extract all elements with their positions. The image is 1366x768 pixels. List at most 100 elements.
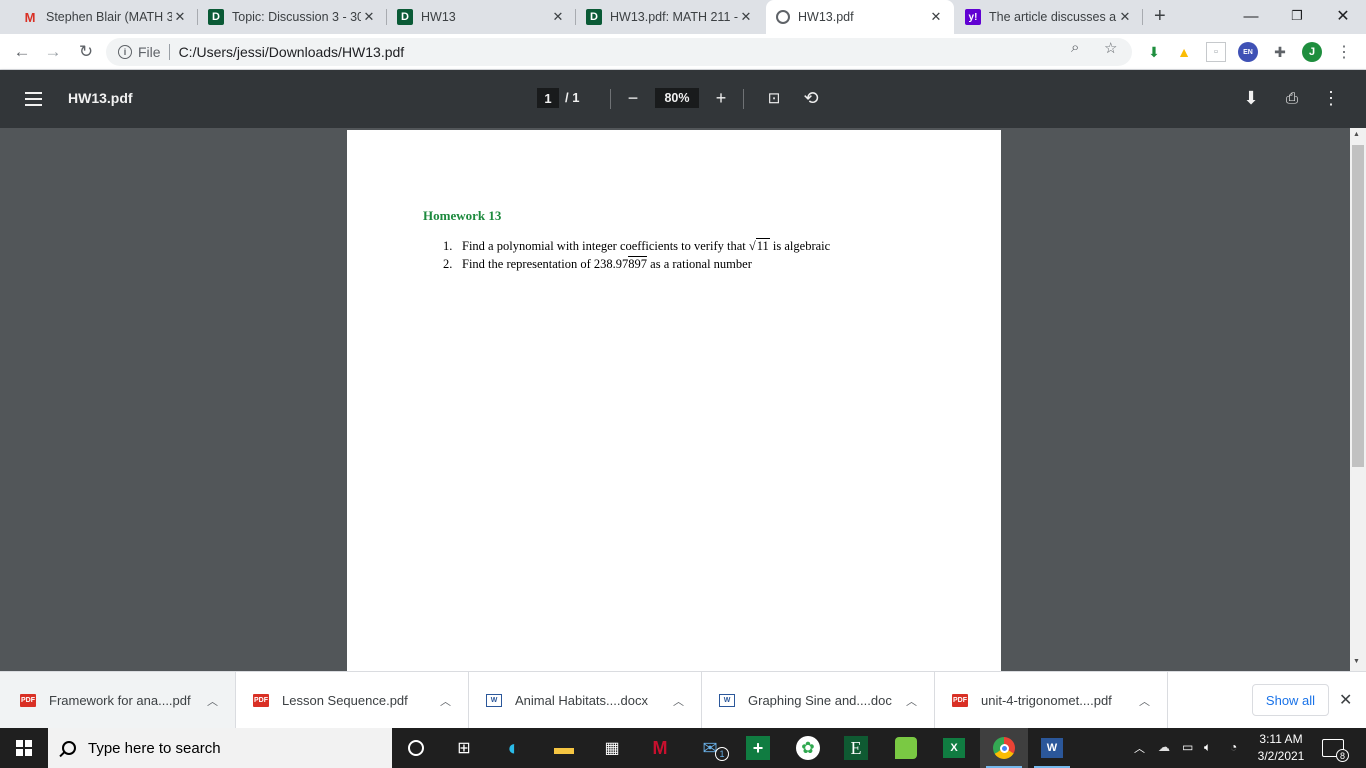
volume-icon[interactable]: 🔈︎ — [1204, 740, 1211, 755]
cortana-icon[interactable] — [392, 728, 440, 768]
battery-icon[interactable]: ▭ — [1182, 740, 1193, 754]
yahoo-icon: y! — [965, 9, 981, 25]
notes-app-icon[interactable] — [882, 728, 930, 768]
close-shelf-icon[interactable]: ✕ — [1339, 690, 1352, 710]
tab-hw13[interactable]: D HW13 ✕ — [387, 0, 576, 34]
reload-icon[interactable]: ↻ — [74, 40, 98, 64]
word-icon[interactable]: W — [1028, 728, 1076, 768]
close-icon[interactable]: ✕ — [550, 9, 566, 25]
word-file-icon: W — [719, 694, 735, 707]
zoom-magnifier-icon[interactable]: ⌕ — [1071, 39, 1079, 56]
close-icon[interactable]: ✕ — [738, 9, 754, 25]
back-arrow-icon[interactable]: ← — [10, 40, 34, 64]
d2l-icon: D — [208, 9, 224, 25]
new-tab-icon[interactable]: + — [1154, 5, 1166, 28]
zoom-level-input[interactable]: 80% — [655, 88, 699, 108]
profile-avatar[interactable]: J — [1302, 42, 1322, 62]
show-all-button[interactable]: Show all — [1252, 684, 1329, 716]
restore-icon[interactable]: ❐ — [1274, 0, 1320, 32]
chevron-up-icon[interactable]: ︿ — [440, 693, 451, 709]
chevron-up-icon[interactable]: ︿ — [673, 693, 684, 709]
pdf-viewport[interactable]: Homework 13 1. Find a polynomial with int… — [0, 128, 1350, 671]
question-text: Find a polynomial with integer coefficie… — [462, 239, 749, 253]
tray-app-icon[interactable]: ☁ — [1158, 740, 1170, 754]
file-explorer-icon[interactable]: ▬ — [540, 728, 588, 768]
radicand: 11 — [755, 238, 770, 253]
more-options-icon[interactable]: ⋮ — [1319, 86, 1343, 110]
google-drive-icon[interactable]: ▲ — [1174, 42, 1194, 62]
question-number: 2. — [443, 257, 453, 271]
question-text: Find the representation of 238.97 — [462, 257, 629, 271]
mail-badge: 1 — [715, 747, 729, 761]
fit-page-icon[interactable]: ⊡ — [762, 86, 786, 110]
window-close-icon[interactable]: ✕ — [1320, 0, 1366, 32]
wifi-icon[interactable]: ◔ — [1230, 740, 1237, 754]
zoom-in-icon[interactable]: + — [709, 86, 733, 110]
chrome-taskbar-icon[interactable] — [980, 728, 1028, 768]
mcafee-icon[interactable]: M — [636, 728, 684, 768]
language-extension-icon[interactable]: EN — [1238, 42, 1258, 62]
print-icon[interactable]: ⎙ — [1280, 86, 1304, 110]
page-total: / 1 — [565, 90, 580, 105]
download-item[interactable]: PDF Framework for ana....pdf ︿ — [0, 672, 236, 729]
edge-icon[interactable]: ◐ — [490, 728, 538, 768]
question-2: 2. Find the representation of 238.97897 a… — [443, 256, 752, 272]
menu-icon[interactable] — [25, 92, 42, 106]
tab-hw13-pdf[interactable]: HW13.pdf ✕ — [766, 0, 954, 34]
tab-title: The article discusses a t — [989, 10, 1117, 24]
download-extension-icon[interactable]: ⬇ — [1144, 42, 1164, 62]
plus-app-icon[interactable]: + — [734, 728, 782, 768]
browser-toolbar: ← → ↻ i File C:/Users/jessi/Downloads/HW… — [0, 34, 1366, 70]
start-button[interactable] — [0, 728, 48, 768]
close-icon[interactable]: ✕ — [172, 9, 188, 25]
page-number-input[interactable]: 1 — [537, 88, 559, 108]
close-icon[interactable]: ✕ — [1117, 9, 1133, 25]
store-icon[interactable]: ▦ — [588, 728, 636, 768]
scrollbar-thumb[interactable] — [1352, 145, 1364, 467]
tab-title: HW13.pdf: MATH 211 - — [610, 10, 738, 24]
question-number: 1. — [443, 239, 453, 253]
task-view-icon[interactable]: ⊞ — [440, 728, 488, 768]
close-icon[interactable]: ✕ — [361, 9, 377, 25]
chevron-up-icon[interactable]: ︿ — [207, 693, 218, 709]
chevron-up-icon[interactable]: ︿ — [1139, 693, 1150, 709]
windows-logo-icon — [16, 740, 32, 756]
tab-discussion[interactable]: D Topic: Discussion 3 - 30 ✕ — [198, 0, 387, 34]
tab-hw13-math211[interactable]: D HW13.pdf: MATH 211 - ✕ — [576, 0, 764, 34]
download-item[interactable]: W Animal Habitats....docx ︿ — [469, 672, 702, 729]
zoom-out-icon[interactable]: − — [621, 86, 645, 110]
pdf-file-icon: PDF — [952, 694, 968, 707]
download-item[interactable]: W Graphing Sine and....doc ︿ — [702, 672, 935, 729]
divider — [743, 89, 744, 109]
e-app-icon[interactable]: E — [832, 728, 880, 768]
notifications-icon[interactable]: 8 — [1322, 739, 1349, 762]
address-bar[interactable]: i File C:/Users/jessi/Downloads/HW13.pdf — [106, 38, 1132, 66]
download-item[interactable]: PDF Lesson Sequence.pdf ︿ — [236, 672, 469, 729]
bookmark-star-icon[interactable]: ☆ — [1104, 39, 1117, 57]
taskbar-search-input[interactable]: Type here to search — [48, 728, 392, 768]
divider — [168, 44, 170, 60]
pdf-toolbar: HW13.pdf 1 / 1 − 80% + ⊡ ⟲ ⬇ ⎙ ⋮ — [0, 70, 1366, 128]
close-icon[interactable]: ✕ — [928, 9, 944, 25]
tray-overflow-icon[interactable]: ︿ — [1134, 740, 1145, 756]
download-icon[interactable]: ⬇ — [1239, 86, 1263, 110]
excel-icon[interactable]: X — [930, 728, 978, 768]
flower-app-icon[interactable]: ✿ — [784, 728, 832, 768]
clock-time: 3:11 AM — [1259, 732, 1303, 746]
rotate-icon[interactable]: ⟲ — [799, 86, 823, 110]
chrome-menu-icon[interactable]: ⋮ — [1334, 42, 1354, 62]
scroll-down-arrow-icon[interactable]: ▼ — [1353, 658, 1360, 665]
forward-arrow-icon[interactable]: → — [41, 40, 65, 64]
chevron-up-icon[interactable]: ︿ — [906, 693, 917, 709]
minimize-icon[interactable]: — — [1228, 0, 1274, 32]
info-icon[interactable]: i — [118, 45, 132, 59]
scroll-up-arrow-icon[interactable]: ▲ — [1353, 131, 1360, 138]
puzzle-extensions-icon[interactable]: ✚ — [1270, 42, 1290, 62]
system-clock[interactable]: 3:11 AM 3/2/2021 — [1250, 731, 1312, 765]
download-item[interactable]: PDF unit-4-trigonomet....pdf ︿ — [935, 672, 1168, 729]
extension-box-icon[interactable]: ▫ — [1206, 42, 1226, 62]
tab-gmail[interactable]: M Stephen Blair (MATH 30 ✕ — [12, 0, 198, 34]
mail-icon[interactable]: ✉ 1 — [686, 728, 734, 768]
tab-article[interactable]: y! The article discusses a t ✕ — [955, 0, 1143, 34]
pdf-filename: HW13.pdf — [68, 90, 133, 106]
